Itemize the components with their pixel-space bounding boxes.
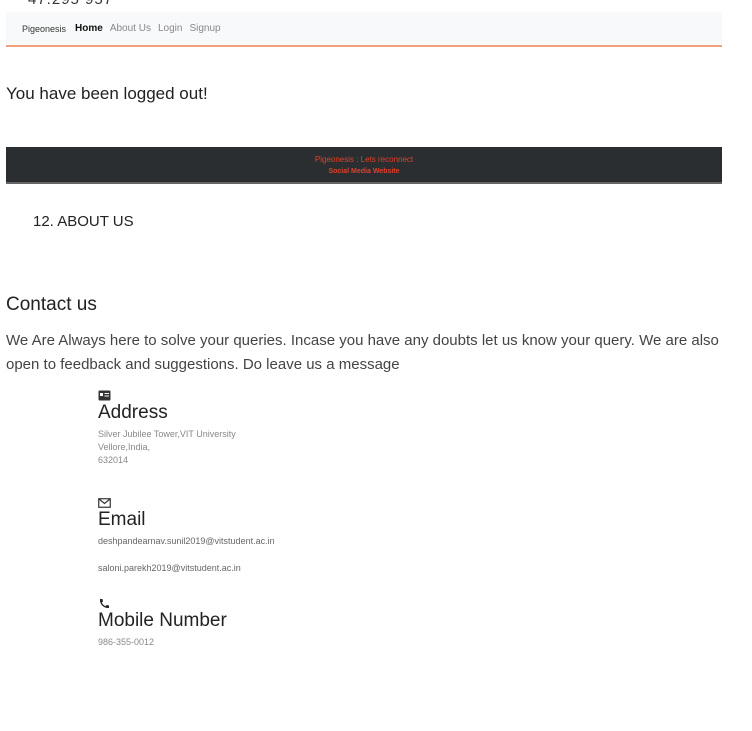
mobile-number[interactable]: 986-355-0012 [98,636,227,649]
address-line-3: 632014 [98,455,129,465]
address-line-2: Vellore,India, [98,442,151,452]
nav-link-home[interactable]: Home [75,23,103,34]
address-title: Address [98,402,168,423]
nav-brand[interactable]: Pigeonesis [22,24,66,34]
footer-tagline: Pigeonesis : Lets reconnect [314,154,414,164]
clipped-top-text: 47.295 957 [28,0,113,8]
footer-banner: Pigeonesis : Lets reconnect Social Media… [6,147,722,184]
nav-link-about-us[interactable]: About Us [110,23,151,34]
footer-subtitle: Social Media Website [328,167,400,175]
logout-message: You have been logged out! [6,84,208,103]
envelope-icon [98,495,275,508]
email-section: Email deshpandearnav.sunil2019@vitstuden… [98,495,275,575]
address-card-icon [98,388,236,401]
email-address-1[interactable]: deshpandearnav.sunil2019@vitstudent.ac.i… [98,535,275,548]
contact-description: We Are Always here to solve your queries… [6,332,719,373]
mobile-title: Mobile Number [98,610,227,631]
contact-heading: Contact us [6,294,97,315]
email-address-2[interactable]: saloni.parekh2019@vitstudent.ac.in [98,562,275,575]
mobile-section: Mobile Number 986-355-0012 [98,596,227,649]
about-us-heading: 12. ABOUT US [33,213,134,230]
address-section: Address Silver Jubilee Tower,VIT Univers… [98,388,236,467]
navbar: Pigeonesis Home About Us Login Signup [6,12,722,47]
address-line-1: Silver Jubilee Tower,VIT University [98,429,236,439]
phone-icon [98,596,227,609]
email-title: Email [98,509,146,530]
nav-link-signup[interactable]: Signup [189,23,220,34]
nav-link-login[interactable]: Login [158,23,182,34]
